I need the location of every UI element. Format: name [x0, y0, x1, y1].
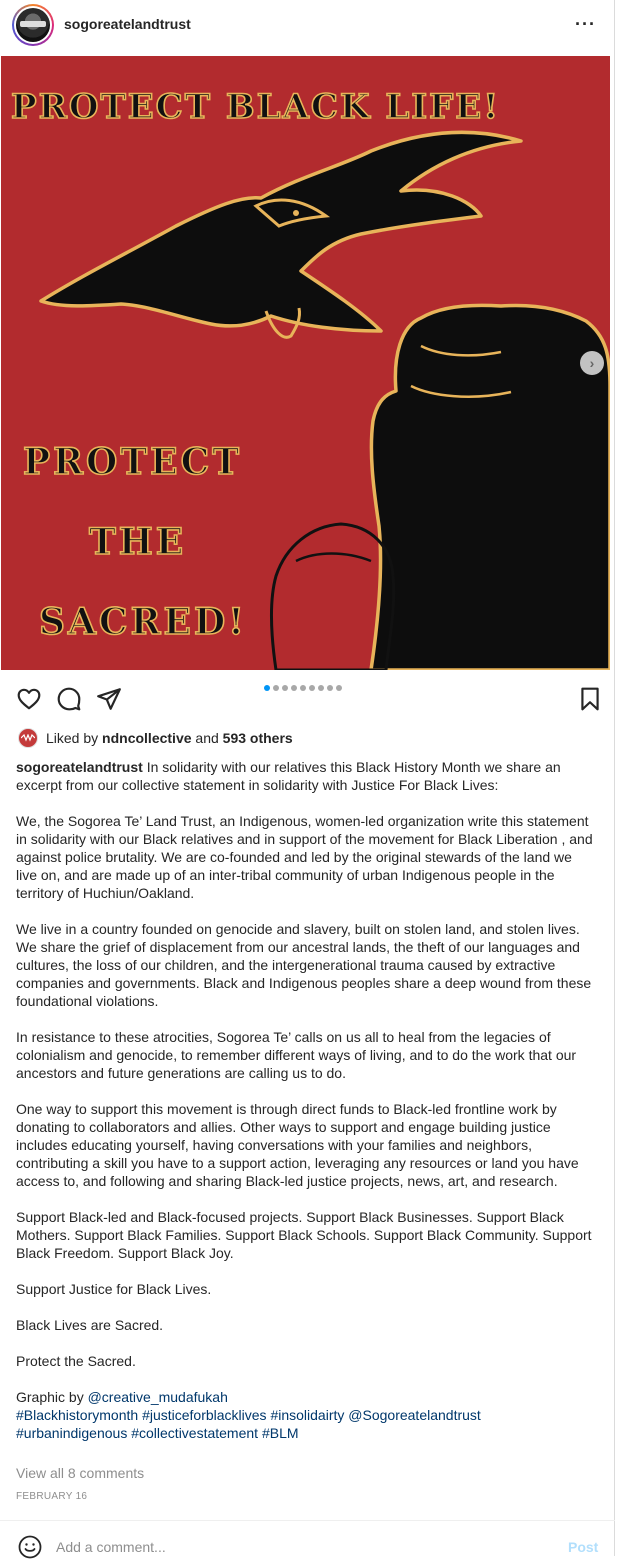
- caption-paragraph: Support Black-led and Black-focused proj…: [16, 1209, 592, 1261]
- caption-paragraph: Protect the Sacred.: [16, 1353, 136, 1369]
- comment-input[interactable]: Add a comment...: [56, 1539, 166, 1555]
- chevron-right-icon[interactable]: ›: [580, 351, 604, 375]
- post-image[interactable]: PROTECT BLACK LIFE! PROTECT THE SACRED!: [1, 56, 610, 670]
- caption-paragraph: Black Lives are Sacred.: [16, 1317, 164, 1333]
- post-header: sogoreatelandtrust ···: [0, 0, 615, 54]
- image-headline: PROTECT BLACK LIFE!: [11, 87, 500, 127]
- hashtag-link[interactable]: #urbanindigenous: [16, 1425, 127, 1441]
- hashtag-link[interactable]: #BLM: [262, 1425, 299, 1441]
- liker-avatar[interactable]: [18, 728, 38, 748]
- likes-prefix: Liked by: [46, 730, 99, 746]
- view-all-comments-link[interactable]: View all 8 comments: [16, 1465, 144, 1481]
- mention-link[interactable]: @Sogoreatelandtrust: [348, 1407, 481, 1423]
- liker-username[interactable]: ndncollective: [102, 730, 191, 746]
- caption-credits: Graphic by @creative_mudafukah #Blackhis…: [16, 1388, 596, 1442]
- hashtag-link[interactable]: #collectivestatement: [131, 1425, 258, 1441]
- graphic-credit-link[interactable]: @creative_mudafukah: [88, 1389, 228, 1405]
- image-line-protect: PROTECT: [23, 441, 242, 483]
- image-line-sacred: SACRED!: [39, 601, 247, 643]
- header-username[interactable]: sogoreatelandtrust: [64, 16, 191, 32]
- heart-icon[interactable]: [16, 686, 42, 712]
- large-fist-illustration: [369, 303, 610, 670]
- hashtag-link[interactable]: #insolidairty: [270, 1407, 344, 1423]
- caption-paragraph: We, the Sogorea Te’ Land Trust, an Indig…: [16, 813, 593, 901]
- graphic-prefix: Graphic by: [16, 1389, 84, 1405]
- caption-paragraph: One way to support this movement is thro…: [16, 1101, 579, 1189]
- comment-icon[interactable]: [56, 686, 82, 712]
- caption-paragraph: In resistance to these atrocities, Sogor…: [16, 1029, 577, 1081]
- likes-summary: Liked by ndncollective and 593 others: [18, 727, 293, 749]
- likes-others-link[interactable]: 593 others: [223, 730, 293, 746]
- post-card: sogoreatelandtrust ··· PROTECT BLACK LIF…: [0, 0, 615, 1559]
- caption-username[interactable]: sogoreatelandtrust: [16, 759, 143, 775]
- more-options-icon[interactable]: ···: [575, 14, 599, 34]
- bookmark-icon[interactable]: [577, 686, 603, 712]
- hashtag-link[interactable]: #Blackhistorymonth: [16, 1407, 138, 1423]
- image-line-the: THE: [89, 521, 186, 563]
- likes-middle: and: [195, 730, 219, 746]
- post-date[interactable]: FEBRUARY 16: [16, 1491, 87, 1502]
- comment-bar: Add a comment... Post: [0, 1521, 615, 1559]
- post-caption: sogoreatelandtrust In solidarity with ou…: [16, 758, 596, 1442]
- caption-paragraph: Support Justice for Black Lives.: [16, 1281, 212, 1297]
- profile-avatar[interactable]: [12, 4, 54, 46]
- post-comment-button[interactable]: Post: [568, 1539, 598, 1555]
- smiley-icon[interactable]: [18, 1535, 42, 1559]
- paper-plane-icon[interactable]: [96, 686, 122, 712]
- hashtag-link[interactable]: #justiceforblacklives: [142, 1407, 267, 1423]
- caption-paragraph: We live in a country founded on genocide…: [16, 921, 592, 1009]
- action-bar: [0, 680, 615, 720]
